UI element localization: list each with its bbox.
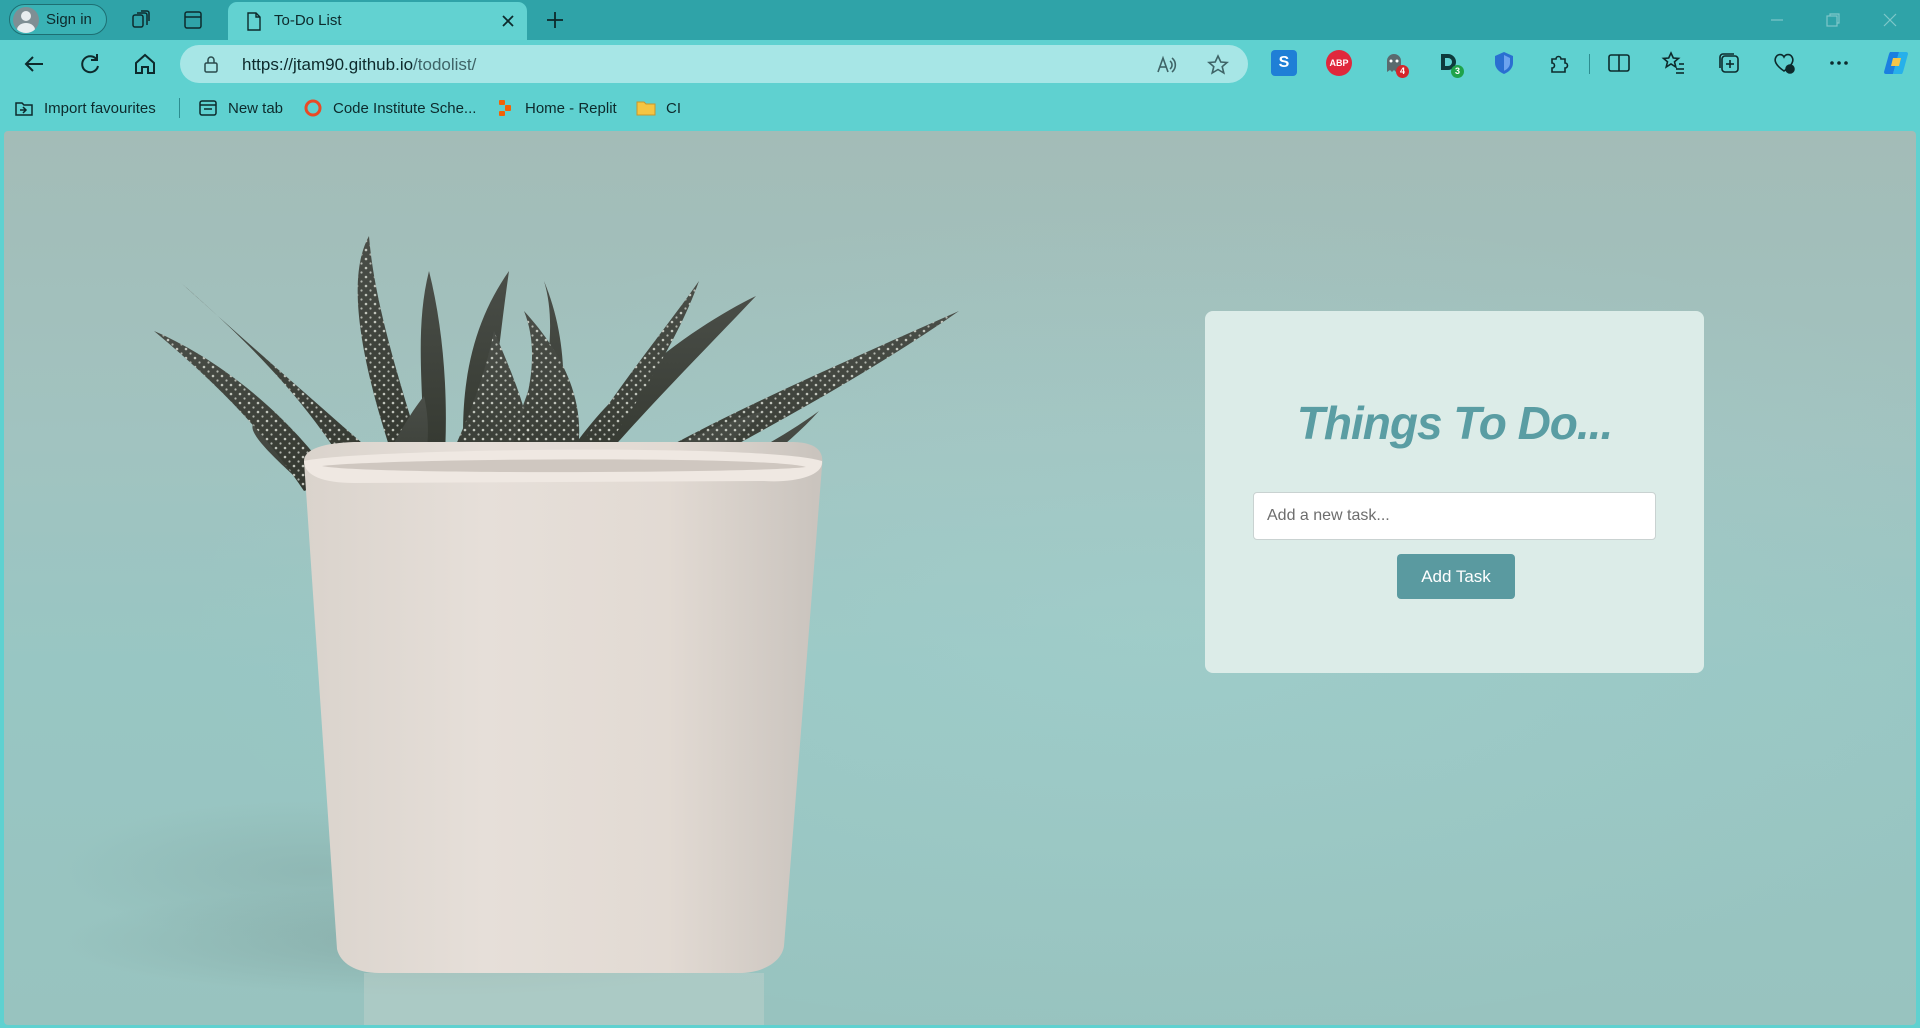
dashlane-badge: 3 bbox=[1451, 65, 1464, 78]
lock-icon[interactable] bbox=[202, 55, 220, 73]
fav-label: Import favourites bbox=[44, 99, 156, 117]
newtab-icon bbox=[199, 100, 217, 116]
url-text[interactable]: https://jtam90.github.io/todolist/ bbox=[242, 55, 476, 75]
navigation-bar: https://jtam90.github.io/todolist/ S ABP… bbox=[0, 40, 1920, 88]
home-icon[interactable] bbox=[131, 50, 159, 78]
collections-icon[interactable] bbox=[1716, 50, 1742, 76]
favourite-star-icon[interactable] bbox=[1206, 53, 1230, 77]
close-icon[interactable] bbox=[498, 11, 518, 31]
fav-ci-folder[interactable]: CI bbox=[636, 97, 681, 119]
read-aloud-icon[interactable] bbox=[1154, 53, 1178, 77]
s-extension-icon[interactable]: S bbox=[1271, 50, 1297, 76]
fav-label: CI bbox=[666, 99, 681, 117]
abp-text: ABP bbox=[1329, 58, 1349, 68]
fav-label: Code Institute Sche... bbox=[333, 99, 477, 117]
add-task-button[interactable]: Add Task bbox=[1397, 554, 1515, 599]
favourites-divider bbox=[179, 98, 180, 118]
page-title: Things To Do... bbox=[1296, 397, 1613, 449]
dashlane-icon[interactable]: 3 bbox=[1436, 50, 1464, 78]
page-icon bbox=[247, 12, 261, 31]
split-screen-icon[interactable] bbox=[1606, 50, 1632, 76]
new-tab-icon[interactable] bbox=[543, 8, 567, 32]
sign-in-button[interactable]: Sign in bbox=[9, 4, 107, 35]
favourites-bar: Import favourites New tab Code Institute… bbox=[0, 88, 1920, 127]
import-icon bbox=[15, 102, 33, 116]
fav-import-favourites[interactable]: Import favourites bbox=[14, 97, 156, 119]
toolbar-divider bbox=[1589, 54, 1590, 74]
more-options-icon[interactable] bbox=[1826, 50, 1852, 76]
todo-card: Things To Do... Add Task bbox=[1205, 311, 1704, 673]
address-bar[interactable]: https://jtam90.github.io/todolist/ bbox=[180, 45, 1248, 83]
tab-actions-icon[interactable] bbox=[182, 9, 204, 31]
refresh-icon[interactable] bbox=[76, 50, 104, 78]
workspaces-icon[interactable] bbox=[130, 9, 152, 31]
fav-label: Home - Replit bbox=[525, 99, 617, 117]
abp-icon[interactable]: ABP bbox=[1326, 50, 1352, 76]
ghostery-badge: 4 bbox=[1396, 65, 1409, 78]
minimize-icon[interactable] bbox=[1767, 10, 1787, 30]
fav-home-replit[interactable]: Home - Replit bbox=[495, 97, 617, 119]
task-input[interactable] bbox=[1253, 492, 1656, 540]
ghostery-icon[interactable]: 4 bbox=[1381, 50, 1409, 78]
title-bar: Sign in To-Do List bbox=[0, 0, 1920, 40]
browser-essentials-icon[interactable] bbox=[1771, 50, 1797, 76]
extensions-puzzle-icon[interactable] bbox=[1546, 50, 1572, 76]
sign-in-label: Sign in bbox=[46, 11, 92, 28]
folder-icon bbox=[636, 101, 656, 116]
page-viewport: Things To Do... Add Task bbox=[4, 131, 1916, 1025]
url-path: /todolist/ bbox=[413, 55, 477, 74]
copilot-icon[interactable] bbox=[1881, 48, 1911, 78]
url-host: https://jtam90.github.io bbox=[242, 55, 414, 74]
fav-code-institute[interactable]: Code Institute Sche... bbox=[303, 97, 476, 119]
code-institute-icon bbox=[304, 99, 322, 117]
tab-title: To-Do List bbox=[274, 12, 342, 29]
close-window-icon[interactable] bbox=[1880, 10, 1900, 30]
back-icon[interactable] bbox=[20, 50, 48, 78]
shield-extension-icon[interactable] bbox=[1491, 50, 1517, 76]
fav-label: New tab bbox=[228, 99, 284, 117]
restore-icon[interactable] bbox=[1823, 10, 1843, 30]
avatar bbox=[13, 6, 39, 33]
tab-todo-list[interactable]: To-Do List bbox=[228, 2, 527, 40]
favourites-icon[interactable] bbox=[1661, 50, 1687, 76]
replit-icon bbox=[499, 100, 511, 116]
fav-new-tab[interactable]: New tab bbox=[198, 97, 283, 119]
